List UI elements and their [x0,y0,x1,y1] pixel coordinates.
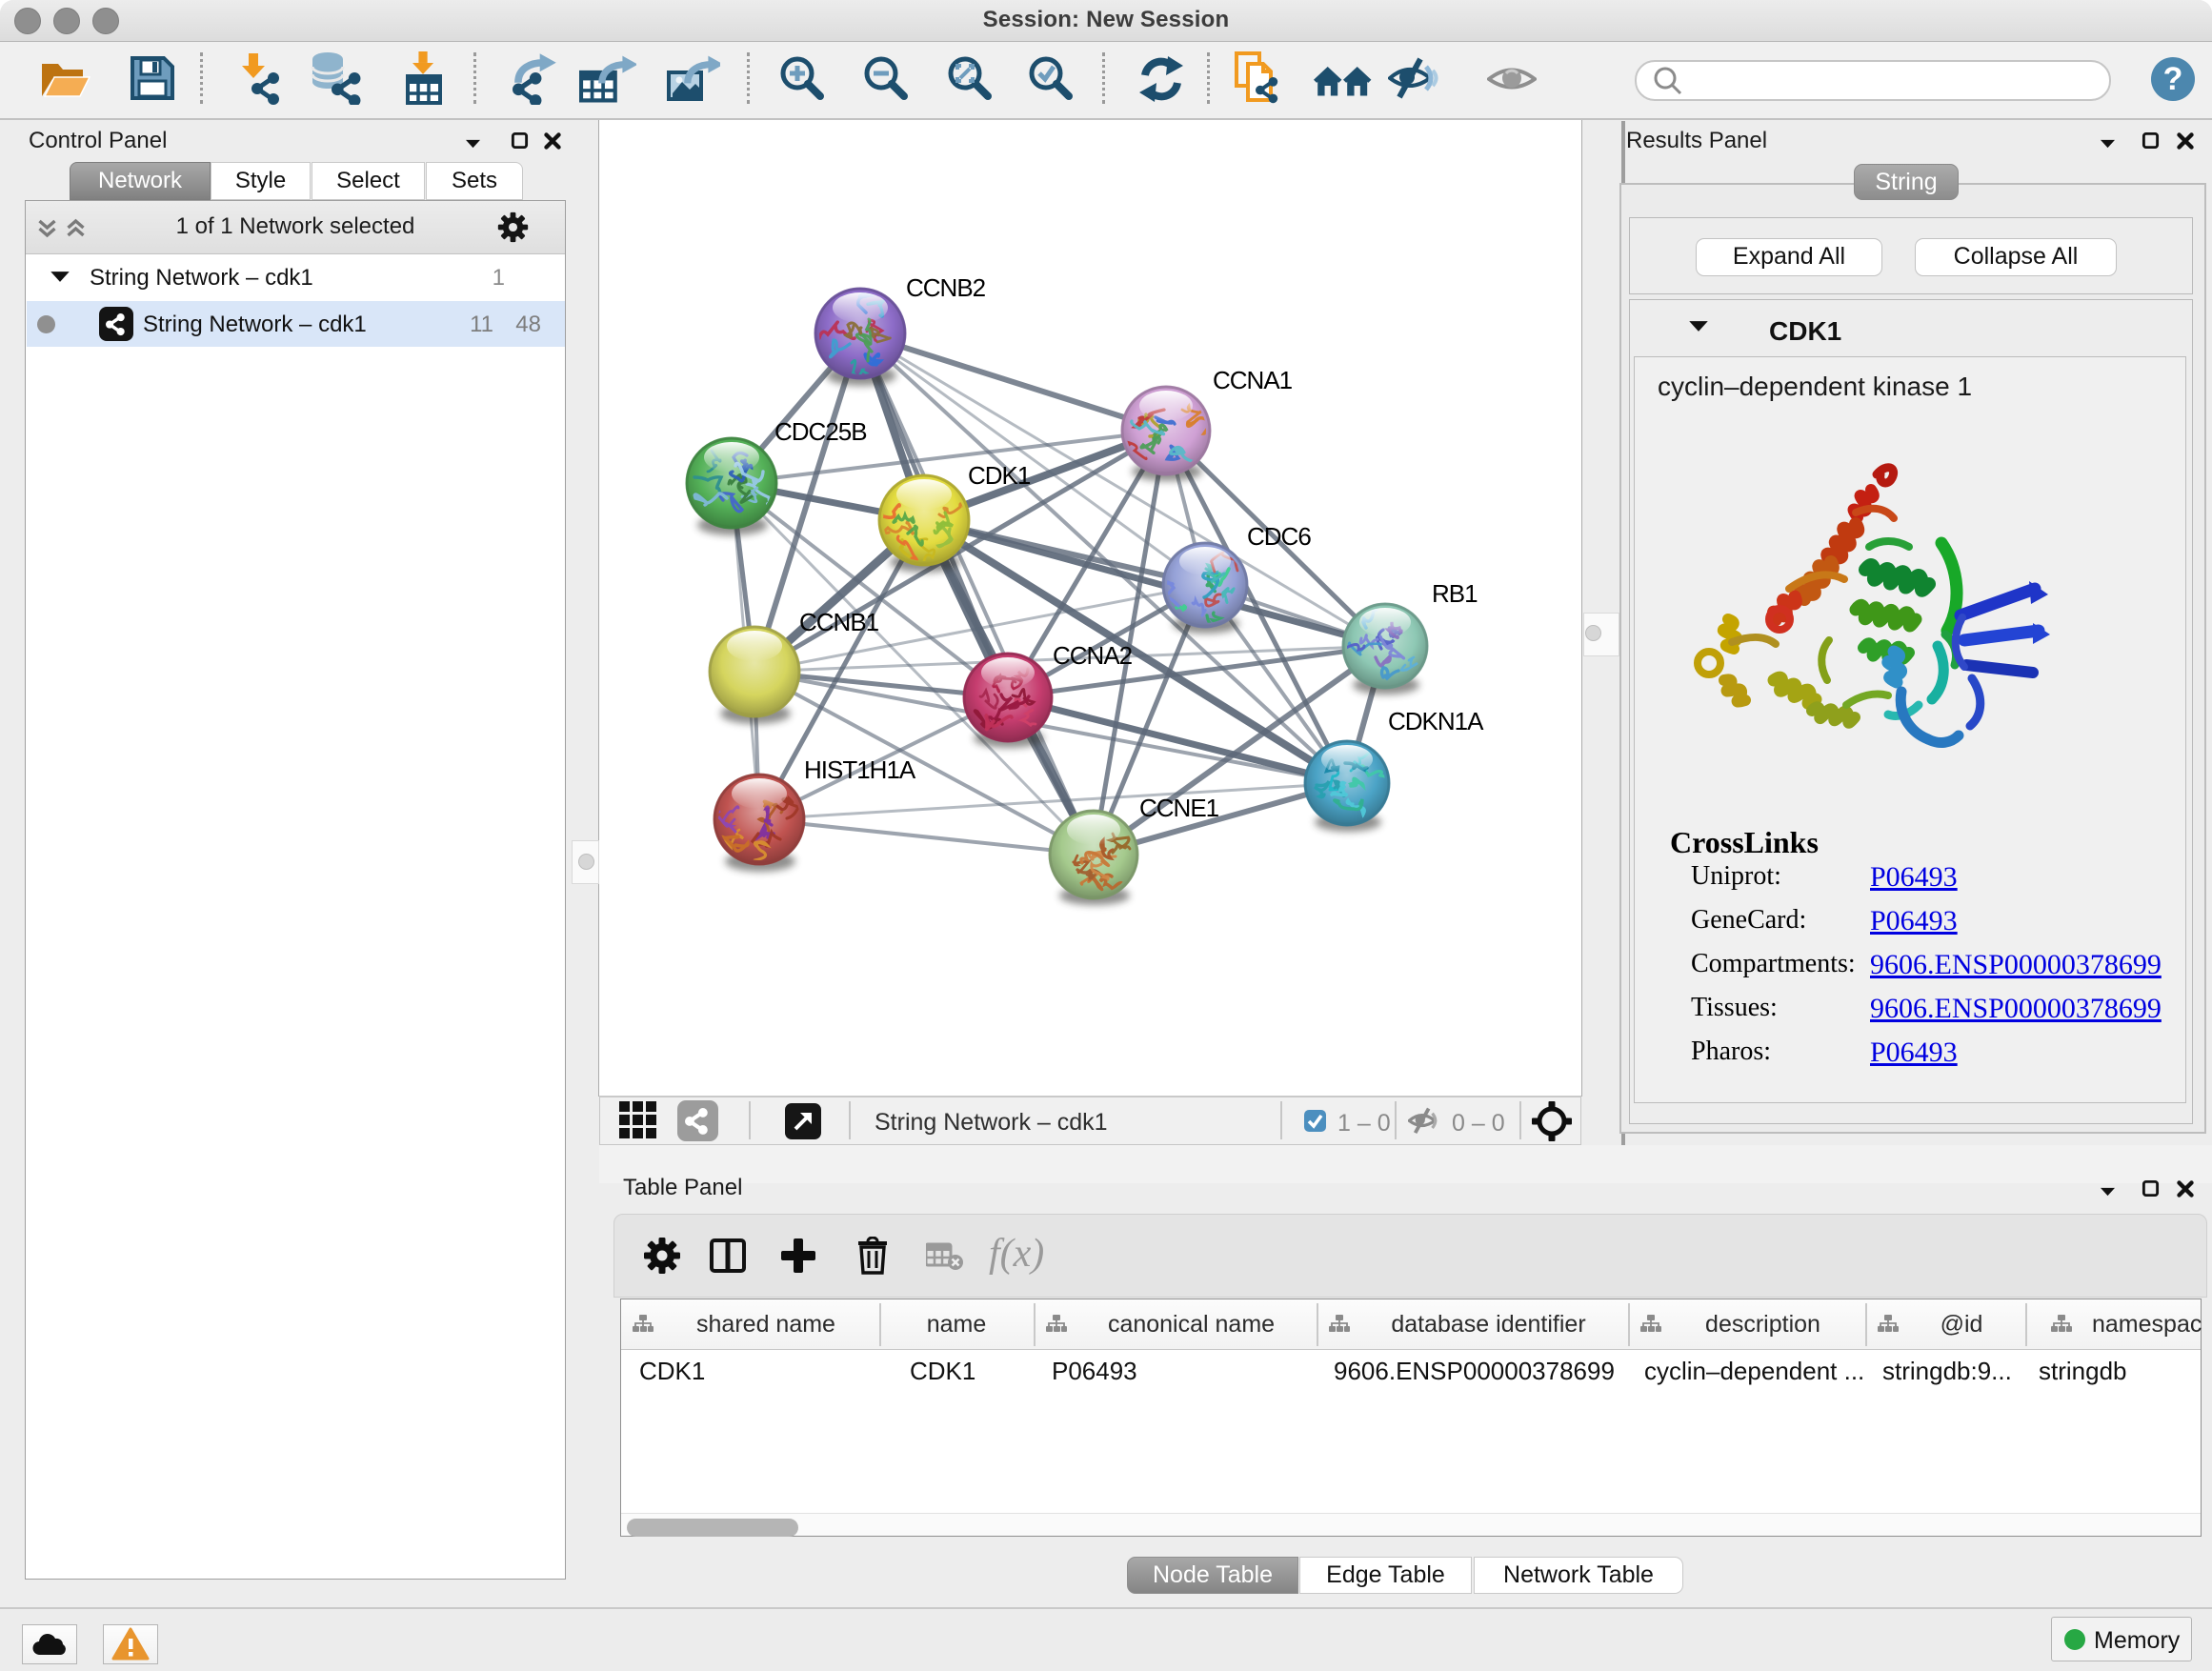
svg-text:RB1: RB1 [1432,579,1478,608]
svg-text:HIST1H1A: HIST1H1A [804,755,916,784]
svg-text:CCNA1: CCNA1 [1213,366,1293,394]
svg-text:?: ? [2163,61,2183,97]
svg-text:CDK1: CDK1 [968,461,1031,490]
svg-text:CDC6: CDC6 [1247,522,1311,551]
svg-text:CCNB2: CCNB2 [906,273,986,302]
svg-text:CCNE1: CCNE1 [1139,794,1219,822]
svg-text:CCNB1: CCNB1 [799,608,879,636]
svg-text:CCNA2: CCNA2 [1053,641,1133,670]
svg-text:CDKN1A: CDKN1A [1388,707,1484,735]
svg-text:CDC25B: CDC25B [774,417,867,446]
